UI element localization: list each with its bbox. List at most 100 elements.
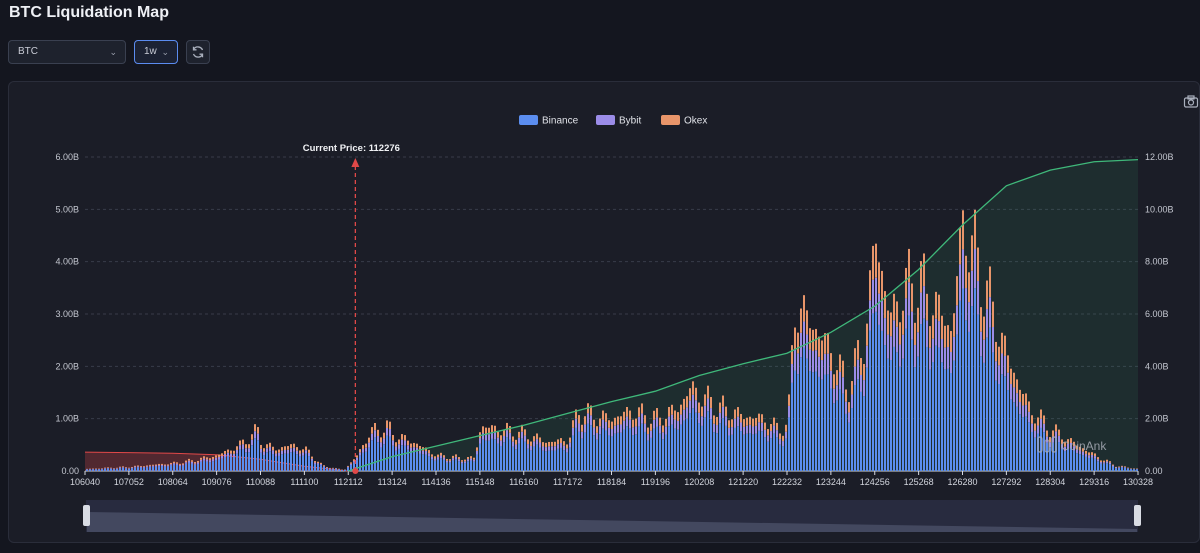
bar-okex bbox=[761, 414, 763, 423]
bar-okex bbox=[392, 435, 394, 441]
liquidation-chart[interactable]: 0.00 1.00B 2.00B 3.00B 4.00B 5.00B 6.00B 0.00 2.… bbox=[9, 82, 1199, 542]
bar-okex bbox=[719, 402, 721, 413]
bar-bybit bbox=[884, 318, 886, 346]
bar-bybit bbox=[275, 453, 277, 457]
bar-bybit bbox=[209, 460, 211, 463]
bar-okex bbox=[119, 466, 121, 468]
bar-binance bbox=[185, 463, 187, 471]
bar-binance bbox=[128, 468, 130, 471]
x-tick-label: 121220 bbox=[728, 477, 758, 487]
bar-binance bbox=[476, 454, 478, 471]
bar-binance bbox=[653, 428, 655, 471]
bar-bybit bbox=[770, 431, 772, 439]
bar-bybit bbox=[1013, 387, 1015, 403]
bar-bybit bbox=[467, 459, 469, 462]
bar-binance bbox=[419, 453, 421, 471]
bar-binance bbox=[224, 456, 226, 471]
bar-binance bbox=[614, 433, 616, 471]
bar-bybit bbox=[488, 434, 490, 441]
bar-bybit bbox=[983, 339, 985, 363]
bar-binance bbox=[269, 451, 271, 471]
bar-bybit bbox=[437, 457, 439, 460]
bar-binance bbox=[437, 459, 439, 471]
bar-bybit bbox=[992, 327, 994, 353]
bar-okex bbox=[629, 410, 631, 420]
bar-bybit bbox=[1031, 423, 1033, 432]
bar-bybit bbox=[539, 442, 541, 448]
bar-binance bbox=[623, 429, 625, 471]
bar-bybit bbox=[1022, 405, 1024, 418]
bar-okex bbox=[326, 466, 328, 468]
bar-okex bbox=[305, 446, 307, 451]
bar-bybit bbox=[908, 282, 910, 316]
legend-swatch bbox=[519, 115, 538, 125]
bar-binance bbox=[467, 461, 469, 471]
bar-okex bbox=[854, 348, 856, 367]
x-tick-label: 120208 bbox=[684, 477, 714, 487]
bar-bybit bbox=[638, 416, 640, 427]
bar-binance bbox=[869, 330, 871, 471]
bar-bybit bbox=[395, 446, 397, 451]
bar-okex bbox=[560, 438, 562, 444]
bar-bybit bbox=[203, 458, 205, 461]
bar-okex bbox=[380, 437, 382, 443]
bar-okex bbox=[287, 446, 289, 450]
timeframe-select[interactable]: 1w ⌄ bbox=[134, 40, 178, 64]
refresh-button[interactable] bbox=[186, 40, 210, 64]
bar-okex bbox=[686, 396, 688, 408]
bar-binance bbox=[884, 345, 886, 471]
bar-binance bbox=[731, 434, 733, 471]
bar-okex bbox=[950, 331, 952, 353]
bar-bybit bbox=[140, 466, 142, 468]
bar-bybit bbox=[236, 449, 238, 454]
bar-binance bbox=[497, 443, 499, 471]
y-right-tick-label: 0.00 bbox=[1145, 466, 1163, 476]
bar-bybit bbox=[446, 460, 448, 463]
bar-binance bbox=[770, 438, 772, 471]
bar-bybit bbox=[677, 420, 679, 430]
bar-okex bbox=[965, 255, 967, 289]
bar-binance bbox=[233, 456, 235, 471]
bar-binance bbox=[413, 451, 415, 471]
bar-binance bbox=[776, 437, 778, 471]
symbol-select[interactable]: BTC ⌄ bbox=[8, 40, 126, 64]
bar-bybit bbox=[212, 459, 214, 462]
bar-binance bbox=[707, 411, 709, 471]
bar-binance bbox=[293, 451, 295, 471]
bar-bybit bbox=[389, 429, 391, 437]
bar-bybit bbox=[743, 426, 745, 435]
y-left-tick-label: 1.00B bbox=[55, 414, 79, 424]
bar-bybit bbox=[602, 419, 604, 429]
bar-binance bbox=[449, 462, 451, 471]
bar-bybit bbox=[644, 423, 646, 432]
bar-bybit bbox=[989, 297, 991, 328]
bar-binance bbox=[152, 466, 154, 471]
y-right-tick-label: 4.00B bbox=[1145, 361, 1169, 371]
bar-binance bbox=[1091, 457, 1093, 471]
bar-bybit bbox=[806, 334, 808, 359]
bar-binance bbox=[119, 467, 121, 471]
bar-okex bbox=[404, 435, 406, 441]
bar-binance bbox=[383, 444, 385, 471]
bar-bybit bbox=[749, 424, 751, 434]
bar-bybit bbox=[797, 353, 799, 375]
bar-binance bbox=[242, 449, 244, 471]
bar-okex bbox=[698, 402, 700, 413]
x-tick-label: 112112 bbox=[334, 477, 363, 487]
bar-bybit bbox=[434, 458, 436, 461]
bar-binance bbox=[278, 455, 280, 471]
bar-bybit bbox=[689, 400, 691, 414]
bar-binance bbox=[551, 450, 553, 471]
bar-binance bbox=[866, 367, 868, 471]
bar-okex bbox=[158, 463, 160, 465]
bar-bybit bbox=[143, 466, 145, 468]
bar-bybit bbox=[245, 448, 247, 453]
x-tick-label: 126280 bbox=[947, 477, 977, 487]
bar-binance bbox=[182, 465, 184, 471]
bar-bybit bbox=[986, 309, 988, 338]
bar-okex bbox=[407, 440, 409, 446]
bar-bybit bbox=[926, 320, 928, 347]
bar-bybit bbox=[185, 462, 187, 464]
bar-binance bbox=[587, 423, 589, 471]
bar-binance bbox=[746, 433, 748, 471]
